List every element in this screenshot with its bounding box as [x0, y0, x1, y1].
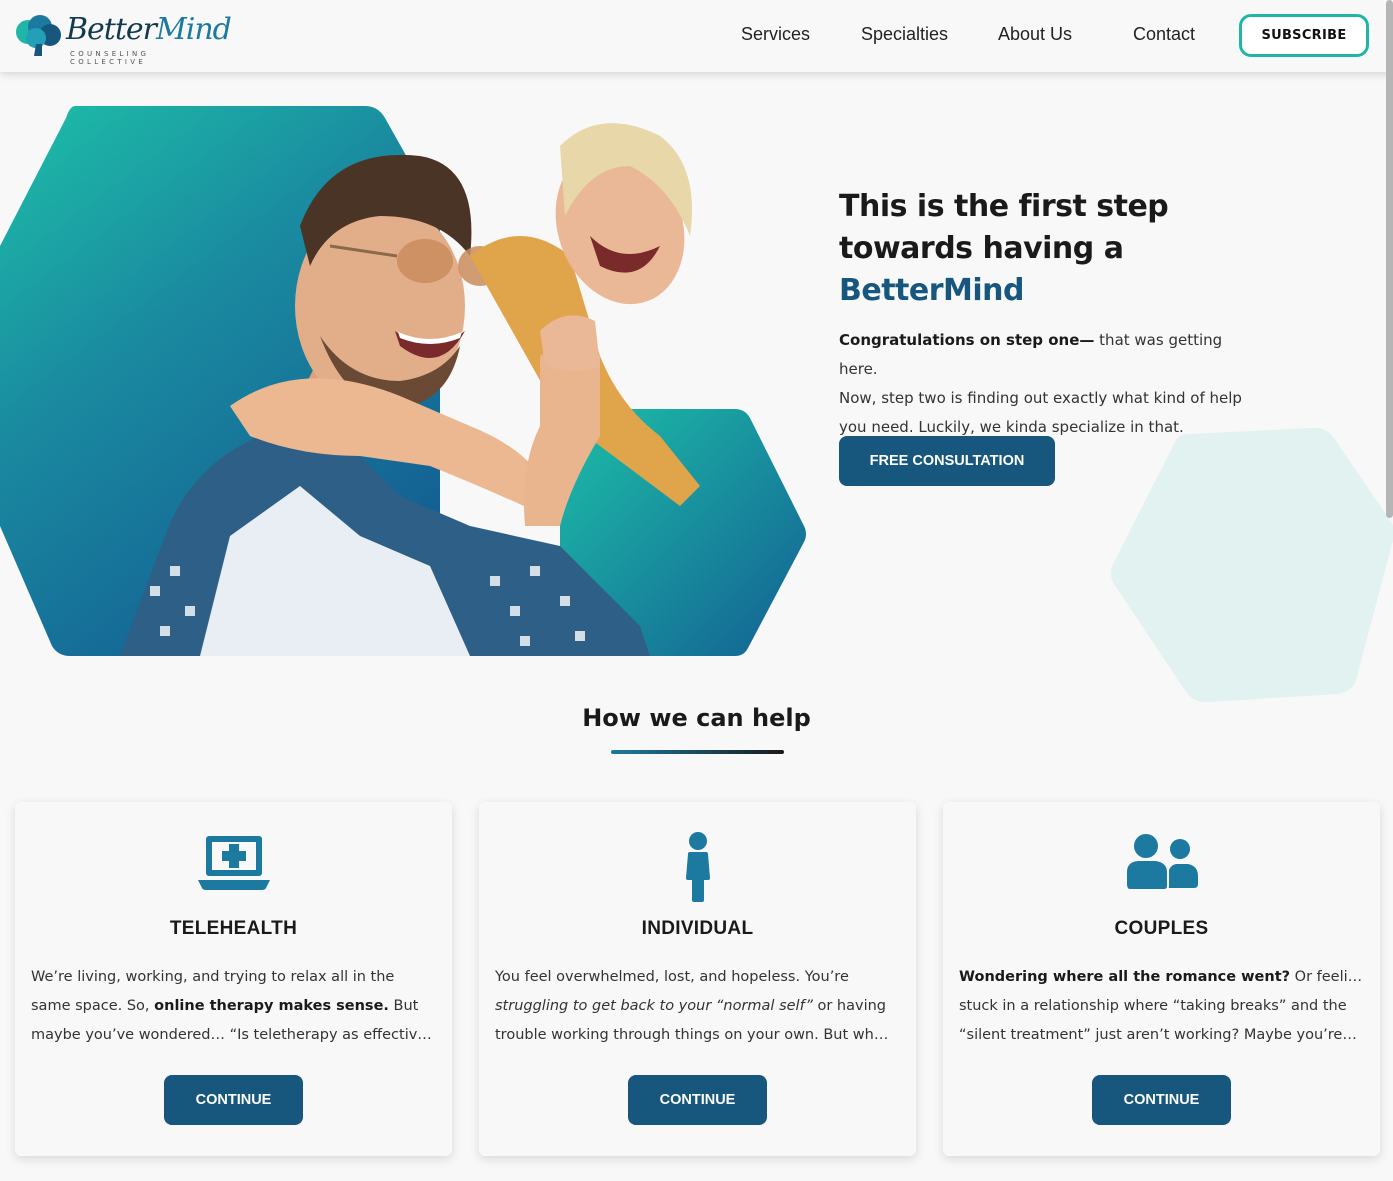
- logo-tagline: COUNSELING COLLECTIVE: [70, 50, 150, 66]
- card-telehealth: TELEHEALTH We’re living, working, and tr…: [15, 802, 452, 1156]
- logo-wordmark: BetterMind: [66, 12, 232, 47]
- card-text-line: struggling to get back to your “normal s…: [495, 998, 887, 1014]
- card-couples: COUPLES Wondering where all the romance …: [943, 802, 1380, 1156]
- card-text-line: We’re living, working, and trying to rel…: [31, 969, 395, 985]
- nav-about-us[interactable]: About Us: [998, 24, 1072, 45]
- person-icon: [685, 832, 710, 902]
- bettermind-logo[interactable]: BetterMind COUNSELING COLLECTIVE: [14, 12, 232, 66]
- section-title-underline: [611, 750, 784, 754]
- hero-title-brand: BetterMind: [839, 273, 1025, 308]
- card-individual: INDIVIDUAL You feel overwhelmed, lost, a…: [479, 802, 916, 1156]
- hero-body-line2: Now, step two is finding out exactly wha…: [839, 389, 1242, 407]
- continue-button-individual[interactable]: CONTINUE: [628, 1075, 767, 1125]
- continue-button-telehealth[interactable]: CONTINUE: [164, 1075, 303, 1125]
- card-title: TELEHEALTH: [169, 918, 298, 939]
- card-text-line: Wondering where all the romance went? Or…: [959, 969, 1364, 985]
- nav-specialties[interactable]: Specialties: [861, 24, 948, 45]
- section-title-how-we-can-help: How we can help: [582, 704, 811, 732]
- continue-button-couples[interactable]: CONTINUE: [1092, 1075, 1231, 1125]
- card-text-line: same space. So, online therapy makes sen…: [31, 998, 419, 1014]
- card-text-line: trouble working through things on your o…: [495, 1027, 889, 1043]
- telehealth-laptop-icon: [197, 836, 270, 890]
- hero-title-line1: This is the first step: [839, 189, 1169, 224]
- card-description: Wondering where all the romance went? Or…: [959, 963, 1364, 1050]
- free-consultation-button[interactable]: FREE CONSULTATION: [839, 436, 1055, 486]
- card-title: INDIVIDUAL: [641, 918, 754, 939]
- hero-body-bold: Congratulations on step one—: [839, 331, 1095, 349]
- hero-title: This is the first step towards having a …: [839, 186, 1219, 312]
- card-description: You feel overwhelmed, lost, and hopeless…: [495, 963, 900, 1050]
- couple-icon: [1125, 834, 1198, 891]
- card-text-line: stuck in a relationship where “taking br…: [959, 998, 1347, 1014]
- page-scrollbar[interactable]: [1386, 0, 1393, 518]
- card-title: COUPLES: [1114, 918, 1209, 939]
- site-header: BetterMind COUNSELING COLLECTIVE Service…: [0, 0, 1393, 72]
- subscribe-button[interactable]: SUBSCRIBE: [1239, 14, 1369, 57]
- decorative-hexagon: [1110, 427, 1393, 703]
- hero-title-line2: towards having a: [839, 231, 1124, 266]
- card-text-line: “silent treatment” just aren’t working? …: [959, 1027, 1357, 1043]
- card-description: We’re living, working, and trying to rel…: [31, 963, 436, 1050]
- hero-image: [0, 106, 806, 656]
- card-text-line: You feel overwhelmed, lost, and hopeless…: [495, 969, 849, 985]
- card-text-line: maybe you’ve wondered… “Is teletherapy a…: [31, 1027, 432, 1043]
- nav-services[interactable]: Services: [741, 24, 810, 45]
- brain-logo-icon: [16, 15, 61, 56]
- nav-contact[interactable]: Contact: [1133, 24, 1195, 45]
